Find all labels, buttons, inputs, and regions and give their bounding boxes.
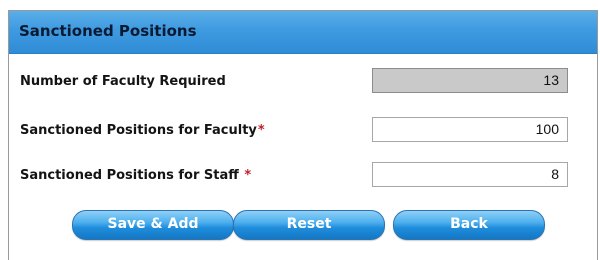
positions-faculty-input[interactable]: 100 [372,117,568,142]
save-add-button[interactable]: Save & Add [72,210,234,240]
required-marker: * [244,168,252,183]
positions-faculty-row: Sanctioned Positions for Faculty* 100 [20,117,590,145]
button-row: Save & Add Reset Back [20,210,590,240]
faculty-required-field: 13 [372,68,568,93]
positions-staff-row: Sanctioned Positions for Staff * 8 [20,162,590,190]
positions-staff-label: Sanctioned Positions for Staff * [20,168,252,183]
required-marker: * [257,123,265,138]
reset-button[interactable]: Reset [233,210,385,240]
faculty-required-label: Number of Faculty Required [20,74,226,89]
panel-title: Sanctioned Positions [19,22,197,40]
positions-staff-input[interactable]: 8 [372,162,568,187]
panel-header: Sanctioned Positions [9,11,597,54]
sanctioned-positions-panel: Sanctioned Positions Number of Faculty R… [8,10,598,260]
faculty-required-row: Number of Faculty Required 13 [20,68,590,96]
back-button[interactable]: Back [393,210,545,240]
positions-faculty-label: Sanctioned Positions for Faculty* [20,123,265,138]
